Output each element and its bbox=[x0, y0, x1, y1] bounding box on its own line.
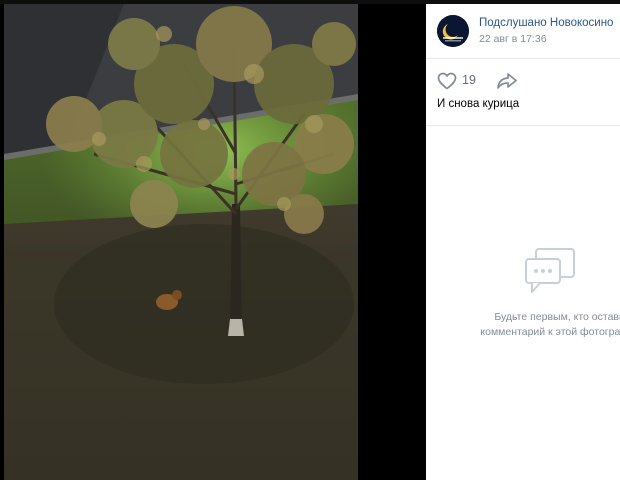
post-caption: И снова курица bbox=[437, 98, 520, 110]
photo-viewer[interactable] bbox=[0, 4, 426, 480]
like-count: 19 bbox=[462, 73, 476, 87]
post-actions: 19 bbox=[426, 70, 620, 94]
post-header: Подслушано Новокосино 22 авг в 17:36 bbox=[426, 4, 620, 59]
no-comments-line-2: комментарий к этой фотографии. bbox=[480, 326, 620, 338]
post-sidebar: Подслушано Новокосино 22 авг в 17:36 19 … bbox=[426, 4, 620, 480]
divider bbox=[426, 125, 620, 126]
avatar[interactable] bbox=[437, 15, 469, 47]
no-comments-line-1: Будьте первым, кто оставит bbox=[494, 311, 620, 323]
post-photo bbox=[4, 4, 358, 480]
chat-bubble-icon bbox=[525, 248, 575, 293]
heart-outline-icon[interactable] bbox=[437, 72, 457, 90]
share-arrow-icon[interactable] bbox=[496, 72, 518, 90]
post-date[interactable]: 22 авг в 17:36 bbox=[479, 33, 547, 45]
author-link[interactable]: Подслушано Новокосино bbox=[479, 17, 613, 29]
no-comments-message: Будьте первым, кто оставит комментарий к… bbox=[462, 310, 620, 340]
